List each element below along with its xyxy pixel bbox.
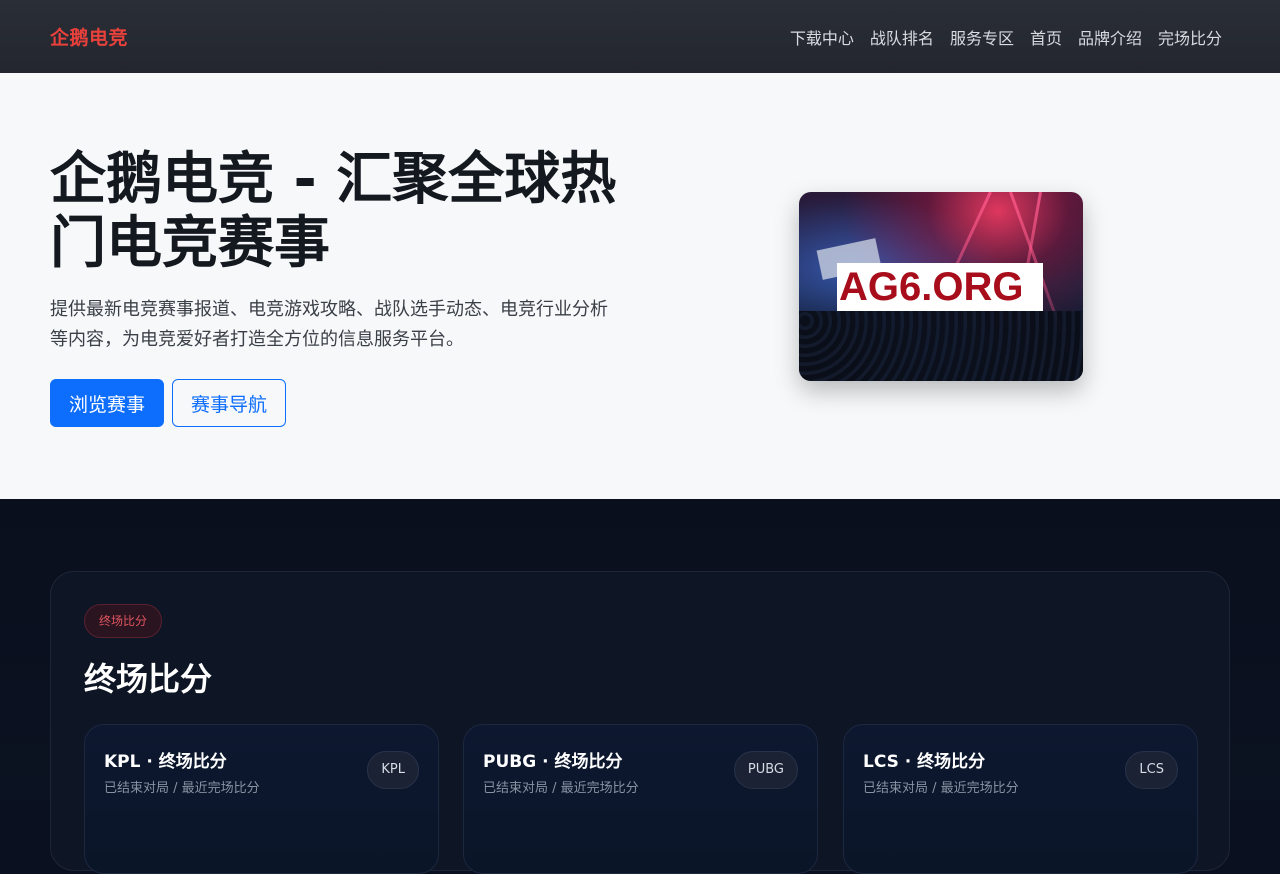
hero-section: 企鹅电竞 - 汇聚全球热门电竞赛事 提供最新电竞赛事报道、电竞游戏攻略、战队选手…: [0, 73, 1280, 499]
nav-item-download[interactable]: 下载中心: [790, 25, 854, 49]
hero-esports-image: AG6.ORG: [799, 192, 1083, 381]
main-nav: 下载中心 战队排名 服务专区 首页 品牌介绍 完场比分: [790, 25, 1222, 49]
card-title: PUBG · 终场比分: [483, 752, 623, 772]
score-card-pubg[interactable]: PUBG · 终场比分 已结束对局 / 最近完场比分 PUBG: [463, 724, 818, 874]
image-watermark: AG6.ORG: [837, 263, 1043, 311]
navbar: 企鹅电竞 下载中心 战队排名 服务专区 首页 品牌介绍 完场比分: [0, 0, 1280, 73]
hero-title: 企鹅电竞 - 汇聚全球热门电竞赛事: [50, 147, 617, 276]
card-tag[interactable]: KPL: [367, 751, 419, 789]
nav-item-brand[interactable]: 品牌介绍: [1078, 25, 1142, 49]
event-navigation-button[interactable]: 赛事导航: [172, 379, 286, 427]
score-card-kpl[interactable]: KPL · 终场比分 已结束对局 / 最近完场比分 KPL: [84, 724, 439, 874]
nav-item-service[interactable]: 服务专区: [950, 25, 1014, 49]
audience-crowd: [799, 311, 1083, 381]
score-card-lcs[interactable]: LCS · 终场比分 已结束对局 / 最近完场比分 LCS: [843, 724, 1198, 874]
card-subtitle: 已结束对局 / 最近完场比分: [863, 781, 1019, 796]
nav-item-final-scores[interactable]: 完场比分: [1158, 25, 1222, 49]
section-title: 终场比分: [84, 660, 213, 698]
nav-item-home[interactable]: 首页: [1030, 25, 1062, 49]
nav-item-team-ranking[interactable]: 战队排名: [870, 25, 934, 49]
card-subtitle: 已结束对局 / 最近完场比分: [483, 781, 639, 796]
section-badge: 终场比分: [84, 604, 163, 638]
scores-panel: 终场比分 终场比分 KPL · 终场比分 已结束对局 / 最近完场比分 KPL …: [50, 571, 1230, 874]
card-tag[interactable]: LCS: [1125, 751, 1178, 789]
hero-description: 提供最新电竞赛事报道、电竞游戏攻略、战队选手动态、电竞行业分析等内容，为电竞爱好…: [50, 299, 608, 350]
card-title: LCS · 终场比分: [863, 752, 986, 772]
browse-events-button[interactable]: 浏览赛事: [50, 379, 164, 427]
brand-logo[interactable]: 企鹅电竞: [50, 23, 128, 50]
card-title: KPL · 终场比分: [104, 752, 227, 772]
card-subtitle: 已结束对局 / 最近完场比分: [104, 781, 260, 796]
card-tag[interactable]: PUBG: [733, 751, 798, 789]
scores-section: 终场比分 终场比分 KPL · 终场比分 已结束对局 / 最近完场比分 KPL …: [0, 499, 1280, 874]
